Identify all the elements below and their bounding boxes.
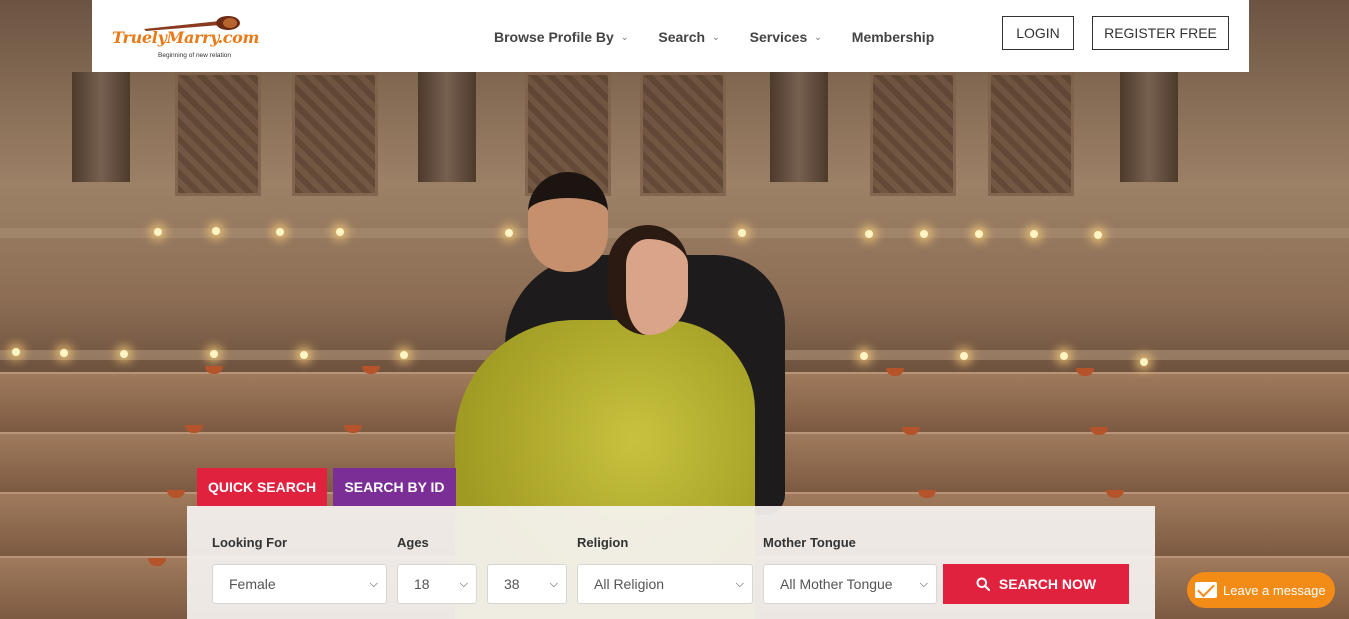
chevron-down-icon: ⌵ <box>919 578 928 590</box>
chevron-down-icon: ⌵ <box>735 578 744 590</box>
chevron-down-icon: ⌄ <box>814 32 822 42</box>
couple-man-head <box>528 172 608 272</box>
lamp-light <box>865 230 873 238</box>
search-icon <box>976 577 990 591</box>
logo-tagline: Beginning of new relation <box>158 52 231 59</box>
nav-membership[interactable]: Membership <box>852 27 934 45</box>
carved-panel <box>988 72 1074 196</box>
leave-a-message-label: Leave a message <box>1223 582 1326 598</box>
logo-wordmark: TruelyMarry.com <box>112 28 260 47</box>
search-now-button[interactable]: SEARCH NOW <box>943 564 1129 604</box>
age-to-value: 38 <box>504 576 520 592</box>
pillar <box>770 72 828 182</box>
pillar <box>1120 72 1178 182</box>
register-free-button[interactable]: REGISTER FREE <box>1092 16 1229 50</box>
chevron-down-icon: ⌄ <box>712 32 720 42</box>
lamp-light <box>1060 352 1068 360</box>
mother-tongue-value: All Mother Tongue <box>780 576 893 592</box>
lamp-light <box>276 228 284 236</box>
nav-label: Membership <box>851 29 935 45</box>
age-from-select[interactable]: 18 ⌵ <box>397 564 477 604</box>
nav-browse-profile-by[interactable]: Browse Profile By ⌄ <box>494 27 628 45</box>
lamp-light <box>505 229 513 237</box>
lamp-light <box>1094 231 1102 239</box>
lamp-light <box>400 351 408 359</box>
lamp-light <box>12 348 20 356</box>
site-logo[interactable]: TruelyMarry.com Beginning of new relatio… <box>112 10 259 62</box>
lamp-light <box>120 350 128 358</box>
lamp-light <box>210 350 218 358</box>
mother-tongue-select[interactable]: All Mother Tongue ⌵ <box>763 564 937 604</box>
nav-label: Search <box>658 29 706 45</box>
looking-for-label: Looking For <box>212 535 288 550</box>
pillar <box>418 72 476 182</box>
lamp-light <box>920 230 928 238</box>
tab-search-by-id[interactable]: SEARCH BY ID <box>333 468 456 506</box>
nav-label: Browse Profile By <box>494 29 614 45</box>
age-from-value: 18 <box>414 576 430 592</box>
nav-services[interactable]: Services ⌄ <box>750 27 822 45</box>
chevron-down-icon: ⌵ <box>369 578 378 590</box>
religion-label: Religion <box>577 535 629 550</box>
looking-for-select[interactable]: Female ⌵ <box>212 564 387 604</box>
looking-for-value: Female <box>229 576 276 592</box>
chevron-down-icon: ⌵ <box>459 578 468 590</box>
lamp-light <box>1140 358 1148 366</box>
lamp-light <box>960 352 968 360</box>
login-button[interactable]: LOGIN <box>1002 16 1074 50</box>
lamp-light <box>1030 230 1038 238</box>
main-nav: Browse Profile By ⌄ Search ⌄ Services ⌄ … <box>494 0 964 72</box>
religion-value: All Religion <box>594 576 665 592</box>
chevron-down-icon: ⌵ <box>549 578 558 590</box>
carved-panel <box>870 72 956 196</box>
site-header: TruelyMarry.com Beginning of new relatio… <box>92 0 1249 72</box>
nav-label: Services <box>749 29 808 45</box>
chevron-down-icon: ⌄ <box>620 32 629 42</box>
ages-label: Ages <box>397 535 429 550</box>
couple-woman-head <box>608 225 688 335</box>
leave-a-message-widget[interactable]: Leave a message <box>1187 572 1335 608</box>
age-to-select[interactable]: 38 ⌵ <box>487 564 567 604</box>
lamp-light <box>154 228 162 236</box>
mother-tongue-label: Mother Tongue <box>763 535 856 550</box>
lamp-light <box>60 349 68 357</box>
nav-search[interactable]: Search ⌄ <box>658 27 719 45</box>
quick-search-panel: Looking For Female ⌵ Ages 18 ⌵ 38 ⌵ Reli… <box>187 506 1155 619</box>
lamp-light <box>738 229 746 237</box>
carved-panel <box>292 72 378 196</box>
search-now-label: SEARCH NOW <box>998 576 1097 592</box>
carved-panel <box>175 72 261 196</box>
carved-panel <box>640 72 726 196</box>
lamp-light <box>975 230 983 238</box>
lamp-light <box>336 228 344 236</box>
lamp-light <box>212 227 220 235</box>
pillar <box>72 72 130 182</box>
lamp-light <box>860 352 868 360</box>
religion-select[interactable]: All Religion ⌵ <box>577 564 753 604</box>
lamp-light <box>300 351 308 359</box>
tab-quick-search[interactable]: QUICK SEARCH <box>197 468 327 506</box>
envelope-icon <box>1195 582 1217 598</box>
